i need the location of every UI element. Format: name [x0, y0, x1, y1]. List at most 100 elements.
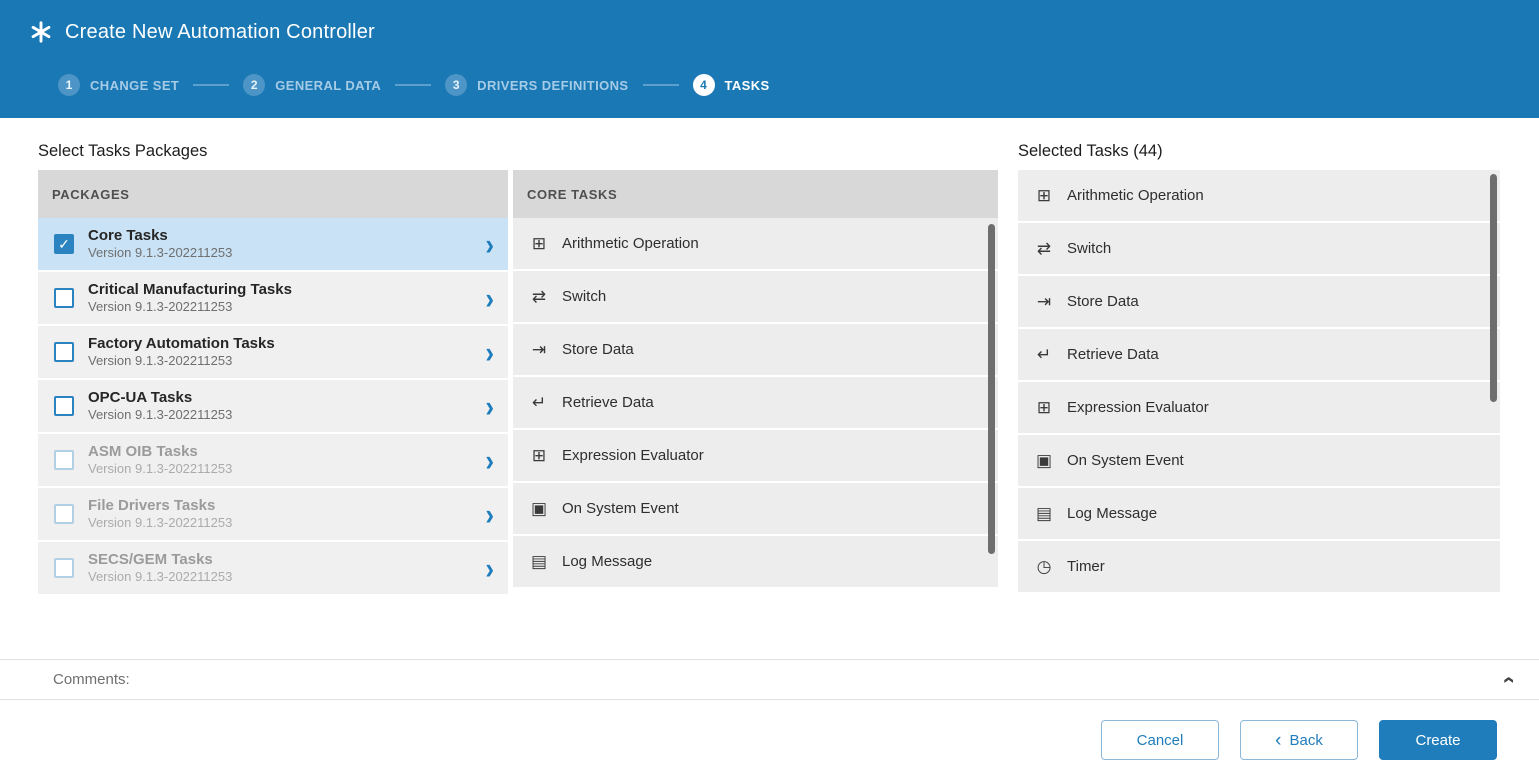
- back-button[interactable]: ‹ Back: [1240, 720, 1358, 760]
- task-label: Arithmetic Operation: [1067, 187, 1204, 204]
- grid-icon: ⊞: [1034, 186, 1054, 206]
- selected-tasks-list: ⊞Arithmetic Operation⇄Switch⇥Store Data↵…: [1018, 170, 1500, 615]
- section-titles: Select Tasks Packages Selected Tasks (44…: [38, 142, 1500, 161]
- core-tasks-scrollbar[interactable]: [988, 224, 995, 554]
- package-checkbox[interactable]: ✓: [54, 234, 74, 254]
- step-connector: [643, 84, 679, 86]
- package-version: Version 9.1.3-202211253: [88, 407, 477, 424]
- chevron-up-icon[interactable]: ›: [1494, 676, 1520, 683]
- package-row[interactable]: SECS/GEM TasksVersion 9.1.3-202211253 ›: [38, 542, 508, 596]
- footer-actions: Cancel ‹ Back Create: [0, 700, 1539, 760]
- wizard-body: Select Tasks Packages Selected Tasks (44…: [0, 118, 1539, 615]
- task-label: Store Data: [562, 341, 634, 358]
- core-task-row[interactable]: ▤Log Message: [513, 536, 998, 589]
- task-label: Retrieve Data: [562, 394, 654, 411]
- package-checkbox[interactable]: [54, 342, 74, 362]
- core-task-row[interactable]: ▣On System Event: [513, 483, 998, 536]
- selected-task-row[interactable]: ⊞ Arithmetic Operation: [1018, 170, 1500, 223]
- chevron-left-icon: ‹: [1275, 731, 1281, 750]
- package-row[interactable]: Factory Automation TasksVersion 9.1.3-20…: [38, 326, 508, 380]
- chevron-right-icon[interactable]: ›: [485, 499, 494, 529]
- selected-tasks-scrollbar[interactable]: [1490, 174, 1497, 402]
- core-tasks-panel: CORE TASKS ⊞ Arithmetic Operation ⇄ Switch ⇥…: [513, 170, 998, 615]
- comments-label: Comments:: [53, 671, 130, 688]
- package-version: Version 9.1.3-202211253: [88, 569, 477, 586]
- package-text: Critical Manufacturing TasksVersion 9.1.…: [88, 280, 477, 316]
- selected-tasks-title: Selected Tasks (44): [1018, 142, 1163, 161]
- log-icon: ▤: [529, 552, 549, 572]
- step-2-general-data[interactable]: 2GENERAL DATA: [243, 74, 381, 96]
- step-connector: [193, 84, 229, 86]
- shuffle-icon: ⇄: [529, 287, 549, 307]
- back-button-label: Back: [1289, 732, 1322, 749]
- selected-task-row[interactable]: ▤ Log Message: [1018, 488, 1500, 541]
- core-tasks-column-header: CORE TASKS: [513, 170, 998, 218]
- package-checkbox[interactable]: [54, 450, 74, 470]
- selected-task-row[interactable]: ▣On System Event: [1018, 435, 1500, 488]
- wizard-title-row: Create New Automation Controller: [30, 18, 1539, 46]
- create-button[interactable]: Create: [1379, 720, 1497, 760]
- package-name: Factory Automation Tasks: [88, 334, 477, 354]
- chevron-right-icon[interactable]: ›: [485, 337, 494, 367]
- selected-task-row[interactable]: ↵Retrieve Data: [1018, 329, 1500, 382]
- package-name: SECS/GEM Tasks: [88, 550, 477, 570]
- chevron-right-icon[interactable]: ›: [485, 229, 494, 259]
- package-name: Core Tasks: [88, 226, 477, 246]
- system-event-icon: ▣: [529, 499, 549, 519]
- shuffle-icon: ⇄: [1034, 239, 1054, 259]
- retrieve-icon: ↵: [1034, 345, 1054, 365]
- step-label: GENERAL DATA: [275, 78, 381, 93]
- step-4-tasks[interactable]: 4TASKS: [693, 74, 770, 96]
- core-task-row[interactable]: ⊞ Expression Evaluator: [513, 430, 998, 483]
- task-label: Log Message: [1067, 505, 1157, 522]
- package-checkbox[interactable]: [54, 396, 74, 416]
- selected-task-row[interactable]: ◷Timer: [1018, 541, 1500, 594]
- timer-icon: ◷: [1034, 557, 1054, 577]
- package-checkbox[interactable]: [54, 558, 74, 578]
- core-task-row[interactable]: ⇥ Store Data: [513, 324, 998, 377]
- task-label: Switch: [562, 288, 606, 305]
- package-row[interactable]: ✓ Core TasksVersion 9.1.3-202211253 ›: [38, 218, 508, 272]
- step-3-drivers-definitions[interactable]: 3DRIVERS DEFINITIONS: [445, 74, 628, 96]
- grid-icon: ⊞: [529, 234, 549, 254]
- package-version: Version 9.1.3-202211253: [88, 245, 477, 262]
- step-1-change-set[interactable]: 1 CHANGE SET: [58, 74, 179, 96]
- package-checkbox[interactable]: [54, 504, 74, 524]
- package-name: OPC-UA Tasks: [88, 388, 477, 408]
- chevron-right-icon[interactable]: ›: [485, 391, 494, 421]
- chevron-right-icon[interactable]: ›: [485, 283, 494, 313]
- package-row[interactable]: File Drivers TasksVersion 9.1.3-20221125…: [38, 488, 508, 542]
- store-icon: ⇥: [529, 340, 549, 360]
- asterisk-icon: [30, 21, 52, 43]
- step-circle: 1: [58, 74, 80, 96]
- core-task-row[interactable]: ⇄ Switch: [513, 271, 998, 324]
- selected-task-row[interactable]: ⇄Switch: [1018, 223, 1500, 276]
- packages-list: ✓Core TasksVersion 9.1.3-202211253›Criti…: [38, 218, 508, 615]
- selected-tasks-panel: ⊞Arithmetic Operation⇄Switch⇥Store Data↵…: [1018, 170, 1500, 615]
- step-label: CHANGE SET: [90, 78, 179, 93]
- task-label: Arithmetic Operation: [562, 235, 699, 252]
- comments-bar: Comments: ›: [0, 659, 1539, 700]
- selected-task-row[interactable]: ⊞Expression Evaluator: [1018, 382, 1500, 435]
- package-name: Critical Manufacturing Tasks: [88, 280, 477, 300]
- cancel-button[interactable]: Cancel: [1101, 720, 1219, 760]
- selected-task-row[interactable]: ⇥Store Data: [1018, 276, 1500, 329]
- package-checkbox[interactable]: [54, 288, 74, 308]
- system-event-icon: ▣: [1034, 451, 1054, 471]
- package-row[interactable]: ASM OIB TasksVersion 9.1.3-202211253 ›: [38, 434, 508, 488]
- package-text: SECS/GEM TasksVersion 9.1.3-202211253: [88, 550, 477, 586]
- selection-area: PACKAGES ✓Core TasksVersion 9.1.3-202211…: [38, 170, 1500, 615]
- package-version: Version 9.1.3-202211253: [88, 515, 477, 532]
- core-task-row[interactable]: ↵Retrieve Data: [513, 377, 998, 430]
- grid-icon: ⊞: [529, 446, 549, 466]
- core-task-row[interactable]: ⊞ Arithmetic Operation: [513, 218, 998, 271]
- task-label: Expression Evaluator: [562, 447, 704, 464]
- create-automation-controller-wizard: Create New Automation Controller 1 CHANGE…: [0, 0, 1539, 775]
- package-text: ASM OIB TasksVersion 9.1.3-202211253: [88, 442, 477, 478]
- step-label: DRIVERS DEFINITIONS: [477, 78, 628, 93]
- log-icon: ▤: [1034, 504, 1054, 524]
- chevron-right-icon[interactable]: ›: [485, 553, 494, 583]
- package-row[interactable]: Critical Manufacturing TasksVersion 9.1.…: [38, 272, 508, 326]
- chevron-right-icon[interactable]: ›: [485, 445, 494, 475]
- package-row[interactable]: OPC-UA TasksVersion 9.1.3-202211253 ›: [38, 380, 508, 434]
